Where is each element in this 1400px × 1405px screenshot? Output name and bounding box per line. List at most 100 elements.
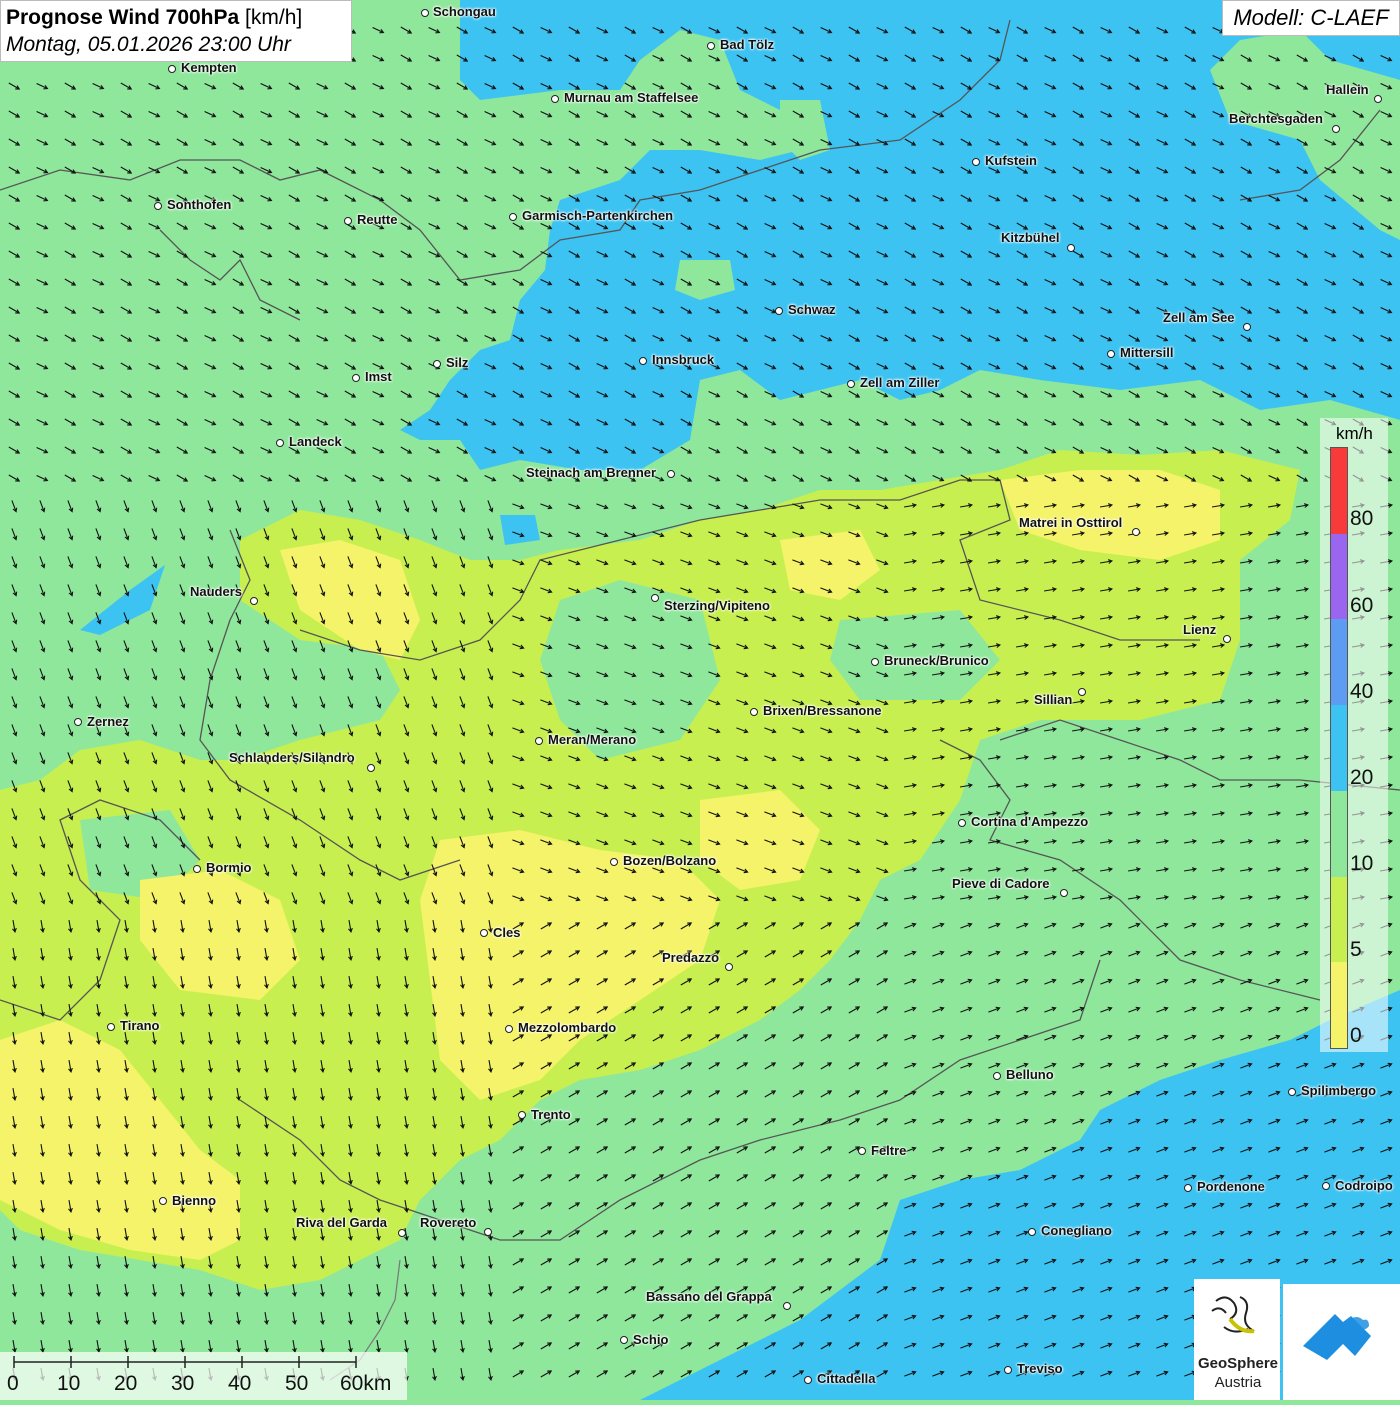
city-label: Conegliano [1041,1223,1112,1238]
city-marker [250,597,258,605]
city-marker [750,708,758,716]
map-unit: [km/h] [245,6,303,29]
city-marker [1028,1228,1036,1236]
city-label: Bienno [172,1193,217,1208]
city-label: Sonthofen [167,197,232,212]
city-label: Cittadella [817,1371,876,1386]
city-marker [352,374,360,382]
city-label: Belluno [1006,1067,1054,1082]
legend-segment [1331,876,1347,963]
city-marker [505,1025,513,1033]
legend-tick-label: 0 [1350,1024,1362,1047]
scale-label: 40 [228,1372,252,1395]
title-line: Prognose Wind 700hPa [km/h] [6,4,346,32]
city-label: Schlanders/Silandro [229,750,355,765]
city-label: Zell am See [1163,310,1235,325]
legend-tick-label: 20 [1350,766,1374,789]
logo-subname: Austria [1214,1374,1262,1391]
city-label: Feltre [871,1143,907,1158]
city-marker [1132,528,1140,536]
city-marker [276,439,284,447]
city-marker [480,929,488,937]
scale-label: 20 [114,1372,138,1395]
city-label: Riva del Garda [296,1215,388,1230]
city-marker [725,963,733,971]
city-label: Bassano del Grappa [646,1289,772,1304]
city-label: Rovereto [420,1215,477,1230]
city-label: Predazzo [662,950,720,965]
city-marker [620,1336,628,1344]
scale-label: 30 [171,1372,195,1395]
city-label: Treviso [1017,1361,1063,1376]
city-label: Kufstein [985,153,1037,168]
city-marker [804,1376,812,1384]
home-logo[interactable] [1283,1284,1400,1400]
city-marker [783,1302,791,1310]
city-marker [398,1229,406,1237]
geosphere-logo-icon [1211,1296,1255,1334]
wind-area-blue-small [500,515,540,545]
city-label: Kitzbühel [1001,230,1060,245]
city-label: Cortina d'Ampezzo [971,814,1089,829]
title-box: Prognose Wind 700hPa [km/h] Montag, 05.0… [0,0,352,62]
scale-label: 0 [7,1372,19,1395]
legend-segment [1331,533,1347,620]
city-label: Silz [446,355,469,370]
city-marker [972,158,980,166]
city-marker [344,217,352,225]
city-label: Kempten [181,60,237,75]
city-label: Pordenone [1197,1179,1265,1194]
legend-tick-label: 5 [1350,938,1362,961]
city-label: Lienz [1183,622,1217,637]
city-label: Bad Tölz [720,37,775,52]
city-label: Bozen/Bolzano [623,853,717,868]
legend-color-bar [1330,447,1348,1049]
city-label: Mittersill [1120,345,1174,360]
city-label: Berchtesgaden [1229,111,1323,126]
city-marker [168,65,176,73]
city-marker [154,202,162,210]
city-label: Spilimbergo [1301,1083,1377,1098]
city-label: Innsbruck [652,352,715,367]
city-marker [107,1023,115,1031]
city-marker [651,594,659,602]
city-marker [847,380,855,388]
city-label: Landeck [289,434,342,449]
city-marker [667,470,675,478]
city-marker [858,1147,866,1155]
city-marker [74,718,82,726]
logo-name: GeoSphere [1197,1355,1279,1372]
city-label: Tirano [120,1018,160,1033]
city-label: Mezzolombardo [518,1020,617,1035]
city-label: Pieve di Cadore [952,876,1050,891]
city-label: Schio [633,1332,669,1347]
city-label: Bruneck/Brunico [884,653,989,668]
scale-label: 60km [340,1372,392,1395]
city-label: Trento [531,1107,571,1122]
city-marker [958,819,966,827]
city-marker [871,658,879,666]
city-label: Cles [493,925,521,940]
city-marker [421,9,429,17]
legend-segment [1331,790,1347,877]
legend-segment [1331,962,1347,1048]
legend-unit: km/h [1336,424,1373,443]
legend-segment [1331,705,1347,791]
city-marker [1004,1366,1012,1374]
city-marker [551,95,559,103]
legend-segment [1331,448,1347,534]
city-label: Sillian [1034,692,1073,707]
city-marker [193,865,201,873]
city-marker [1332,125,1340,133]
city-marker [707,42,715,50]
city-marker [775,307,783,315]
city-label: Schongau [433,4,496,19]
city-marker [1223,635,1231,643]
city-marker [639,357,647,365]
city-marker [535,737,543,745]
city-label: Codroipo [1335,1178,1393,1193]
model-label: Modell: C-LAEF [1222,0,1400,36]
city-label: Zernez [87,714,129,729]
city-label: Bormio [206,860,252,875]
city-label: Murnau am Staffelsee [564,90,699,105]
